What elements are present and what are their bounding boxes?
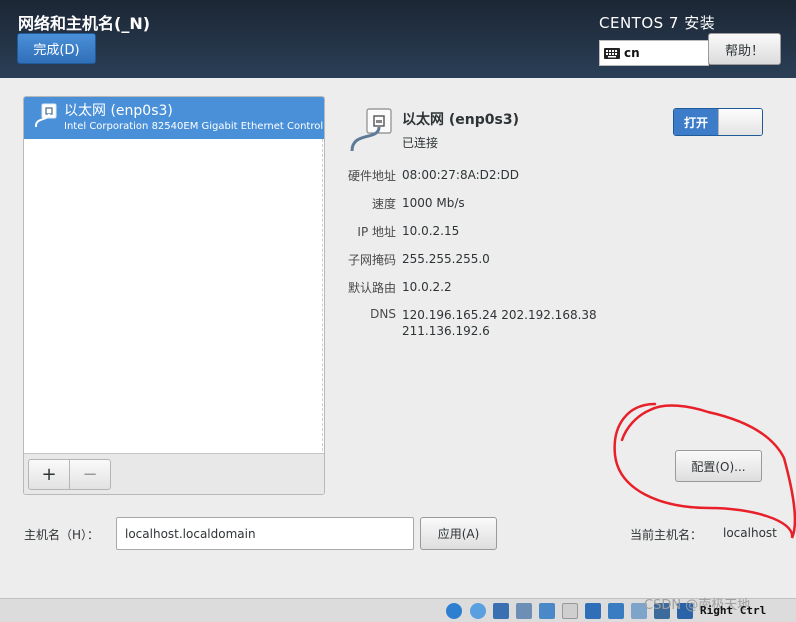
keyboard-layout-indicator[interactable]: cn bbox=[599, 40, 709, 66]
list-divider bbox=[322, 139, 323, 451]
ip-address-value: 10.0.2.15 bbox=[402, 224, 460, 238]
hostname-label: 主机名（H）： bbox=[24, 528, 100, 542]
add-device-button[interactable]: + bbox=[28, 459, 70, 490]
configure-button[interactable]: 配置(O)... bbox=[675, 450, 762, 482]
optical-drive-icon[interactable] bbox=[446, 603, 462, 619]
audio-icon[interactable] bbox=[470, 603, 486, 619]
toggle-on-label: 打开 bbox=[674, 109, 718, 135]
current-hostname-value: localhost bbox=[723, 526, 777, 540]
speed-label: 速度 bbox=[371, 197, 396, 211]
ethernet-icon bbox=[350, 108, 392, 152]
network-icon[interactable] bbox=[493, 603, 509, 619]
hostname-input[interactable] bbox=[116, 517, 414, 550]
usb-icon[interactable] bbox=[516, 603, 532, 619]
gateway-label: 默认路由 bbox=[347, 281, 396, 295]
keyboard-icon bbox=[604, 47, 620, 59]
product-title: CENTOS 7 安装 bbox=[599, 14, 716, 32]
help-button[interactable]: 帮助！ bbox=[708, 33, 781, 65]
dns-value-line1: 120.196.165.24 202.192.168.38 bbox=[402, 308, 597, 322]
hw-address-value: 08:00:27:8A:D2:DD bbox=[402, 168, 520, 182]
ip-address-label: IP 地址 bbox=[357, 225, 396, 239]
done-button[interactable]: 完成(D) bbox=[17, 33, 96, 64]
keyboard-layout-label: cn bbox=[624, 46, 640, 60]
device-toggle-switch[interactable]: 打开 bbox=[673, 108, 763, 136]
connection-status: 已连接 bbox=[402, 136, 439, 150]
apply-button[interactable]: 应用(A) bbox=[420, 517, 497, 550]
detail-device-name: 以太网 (enp0s3) bbox=[402, 112, 519, 128]
device-description: Intel Corporation 82540EM Gigabit Ethern… bbox=[64, 121, 324, 132]
netmask-label: 子网掩码 bbox=[347, 253, 396, 267]
page-title: 网络和主机名(_N) bbox=[18, 14, 151, 33]
hw-address-label: 硬件地址 bbox=[347, 169, 396, 183]
cpu-icon[interactable] bbox=[608, 603, 624, 619]
remove-device-button[interactable]: − bbox=[69, 459, 111, 490]
toggle-knob[interactable] bbox=[718, 109, 762, 135]
speed-value: 1000 Mb/s bbox=[402, 196, 465, 210]
dns-label: DNS bbox=[370, 307, 396, 321]
dns-value-line2: 211.136.192.6 bbox=[402, 324, 490, 338]
device-list: 以太网 (enp0s3) Intel Corporation 82540EM G… bbox=[23, 96, 325, 495]
device-item-enp0s3[interactable]: 以太网 (enp0s3) Intel Corporation 82540EM G… bbox=[24, 97, 324, 139]
shared-folder-icon[interactable] bbox=[539, 603, 555, 619]
device-list-toolbar: + − bbox=[24, 453, 324, 494]
display-icon[interactable] bbox=[562, 603, 578, 619]
device-name: 以太网 (enp0s3) bbox=[64, 103, 173, 119]
netmask-value: 255.255.255.0 bbox=[402, 252, 490, 266]
gateway-value: 10.0.2.2 bbox=[402, 280, 452, 294]
ethernet-icon bbox=[35, 103, 57, 128]
recording-icon[interactable] bbox=[585, 603, 601, 619]
host-key-label: Right Ctrl bbox=[700, 604, 767, 617]
header-bar: 网络和主机名(_N) 完成(D) CENTOS 7 安装 cn 帮助！ bbox=[0, 0, 796, 78]
current-hostname-label: 当前主机名： bbox=[630, 528, 703, 542]
